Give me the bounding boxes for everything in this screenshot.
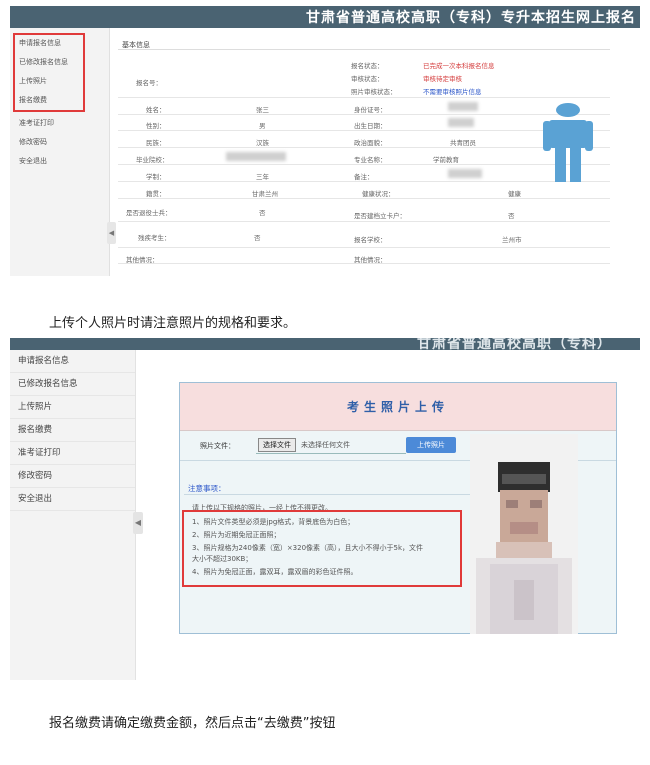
major-value: 学前教育: [433, 156, 459, 164]
review-value: 审核待定审核: [423, 75, 462, 83]
gender-value: 男: [259, 122, 266, 130]
banner-title: 甘肃省普通高校高职（专科）: [417, 338, 612, 350]
disabled-value: 否: [254, 234, 261, 242]
sidebar-item-logout[interactable]: 安全退出: [13, 152, 54, 171]
sidebar-item-apply[interactable]: 申请报名信息: [10, 350, 135, 373]
sidebar: 申请报名信息 已修改报名信息 上传照片 报名缴费 准考证打印 修改密码 安全退出: [10, 28, 110, 276]
major-label: 专业名称：: [354, 156, 387, 164]
choose-file-button[interactable]: 选择文件: [258, 438, 296, 452]
rule-item: 3、照片规格为240像素（宽）×320像素（高），且大小不得小于5k，文件: [192, 544, 424, 552]
reg-no-label: 报名号：: [136, 79, 162, 87]
apply-value: 兰州市: [502, 236, 522, 244]
rule-item: 2、照片为近期免冠正面照；: [192, 531, 281, 539]
disabled-label: 残疾考生：: [138, 234, 171, 242]
political-label: 政治面貌：: [354, 139, 387, 147]
reg-status-value: 已完成一次本科报名信息: [423, 62, 495, 70]
sidebar-item-admission-ticket[interactable]: 准考证打印: [13, 114, 54, 133]
caption-upload-photo: 上传个人照片时请注意照片的规格和要求。: [49, 316, 297, 331]
sidebar-item-payment[interactable]: 报名缴费: [10, 419, 135, 442]
photo-review-label: 照片审核状态：: [351, 88, 397, 96]
applicant-photo: [470, 434, 578, 634]
sidebar-item-logout[interactable]: 安全退出: [10, 488, 135, 511]
apply-label: 报名学校：: [354, 236, 387, 244]
panel-title: 考生照片上传: [180, 383, 616, 431]
nation-label: 民族：: [146, 139, 166, 147]
screenshot-info-page: 甘肃省普通高校高职（专科）专升本招生网上报名 申请报名信息 已修改报名信息 上传…: [10, 6, 640, 276]
sidebar-item-upload-photo[interactable]: 上传照片: [13, 72, 68, 91]
redacted-remarks: [448, 169, 482, 178]
remarks-label: 备注：: [354, 173, 374, 181]
sidebar: 申请报名信息 已修改报名信息 上传照片 报名缴费 准考证打印 修改密码 安全退出: [10, 350, 136, 680]
caption-payment: 报名缴费请确定缴费金额，然后点击“去缴费”按钮: [49, 716, 336, 731]
name-label: 姓名：: [146, 106, 166, 114]
veteran-value: 否: [259, 209, 266, 217]
birth-label: 出生日期：: [354, 122, 387, 130]
id-label: 身份证号：: [354, 106, 387, 114]
sidebar-item-admission-ticket[interactable]: 准考证打印: [10, 442, 135, 465]
file-status: 未选择任何文件: [301, 441, 350, 449]
rule-item: 1、照片文件类型必须是jpg格式，背景底色为白色；: [192, 518, 355, 526]
name-value: 张三: [256, 106, 269, 114]
redacted-school: [226, 152, 286, 161]
origin-value: 甘肃兰州: [252, 190, 278, 198]
edu-value: 三年: [256, 173, 269, 181]
banner-title: 甘肃省普通高校高职（专科）专升本招生网上报名: [306, 10, 636, 26]
info-table: 基本信息 报名号： 报名状态： 已完成一次本科报名信息 审核状态： 审核待定审核…: [118, 40, 610, 264]
school-label: 毕业院校：: [136, 156, 169, 164]
health-value: 健康: [508, 190, 521, 198]
veteran-label: 是否退役士兵：: [126, 209, 172, 217]
sidebar-item-modified[interactable]: 已修改报名信息: [10, 373, 135, 396]
sidebar-item-upload-photo[interactable]: 上传照片: [10, 396, 135, 419]
file-label: 照片文件：: [200, 442, 235, 450]
political-value: 共青团员: [450, 139, 476, 147]
poor-label: 是否建档立卡户：: [354, 212, 406, 220]
origin-label: 籍贯：: [146, 190, 166, 198]
redacted-id: [448, 102, 478, 111]
sidebar-item-change-password[interactable]: 修改密码: [10, 465, 135, 488]
site-banner: 甘肃省普通高校高职（专科）: [10, 338, 640, 350]
reg-status-label: 报名状态：: [351, 62, 384, 70]
edu-label: 学制：: [146, 173, 166, 181]
review-label: 审核状态：: [351, 75, 384, 83]
notice-label: 注意事项：: [188, 484, 226, 493]
redacted-birth: [448, 118, 474, 127]
rule-item: 4、照片为免冠正面，露双耳，露双眉的彩色证件照。: [192, 568, 358, 576]
pixelated-person-photo: [470, 434, 578, 634]
health-label: 健康状况：: [362, 190, 395, 198]
avatar-placeholder-icon: [543, 103, 593, 182]
gender-label: 性别：: [146, 122, 166, 130]
sidebar-item-payment[interactable]: 报名缴费: [13, 91, 68, 110]
sidebar-collapse-handle[interactable]: ◀: [133, 512, 143, 534]
nation-value: 汉族: [256, 139, 269, 147]
sidebar-item-apply[interactable]: 申请报名信息: [13, 34, 68, 53]
section-title: 基本信息: [118, 40, 610, 50]
sidebar-item-change-password[interactable]: 修改密码: [13, 133, 54, 152]
poor-value: 否: [508, 212, 515, 220]
screenshot-upload-page: 甘肃省普通高校高职（专科） 申请报名信息 已修改报名信息 上传照片 报名缴费 准…: [10, 338, 640, 680]
upload-photo-button[interactable]: 上传照片: [406, 437, 456, 453]
rule-item: 大小不超过30KB；: [192, 555, 253, 563]
site-banner: 甘肃省普通高校高职（专科）专升本招生网上报名: [10, 6, 640, 28]
photo-review-value: 不需要审核照片信息: [423, 88, 482, 96]
sidebar-collapse-handle[interactable]: ◀: [107, 222, 116, 244]
sidebar-item-modified[interactable]: 已修改报名信息: [13, 53, 68, 72]
